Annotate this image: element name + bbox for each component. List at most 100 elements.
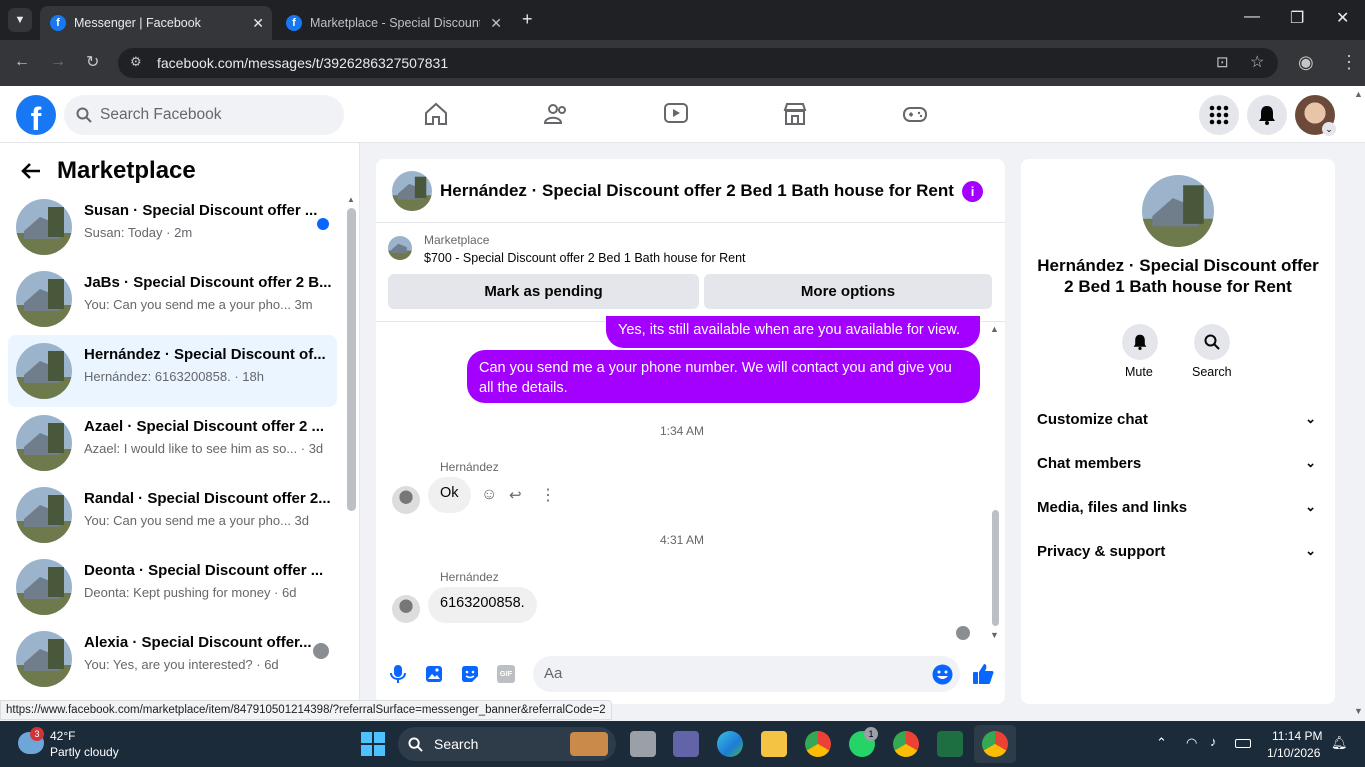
message-input[interactable]: Aa <box>533 656 960 692</box>
sender-avatar[interactable] <box>392 486 420 514</box>
chat-title[interactable]: Hernández · Special Discount offer 2 Bed… <box>440 181 954 201</box>
scroll-up-arrow-icon[interactable]: ▲ <box>990 324 999 334</box>
read-receipt-avatar <box>956 626 970 640</box>
close-tab-icon[interactable]: ✕ <box>490 15 502 32</box>
search-input[interactable]: Search Facebook <box>64 95 344 135</box>
clock-date[interactable]: 1/10/2026 <box>1267 746 1320 760</box>
conversation-snippet: You: Can you send me a your pho... 3m <box>84 297 313 312</box>
minimize-icon[interactable]: — <box>1244 8 1260 26</box>
customize-chat-section[interactable]: Customize chat ⌄ <box>1037 411 1322 428</box>
page-scroll-down-icon[interactable]: ▼ <box>1354 706 1363 716</box>
edge-icon[interactable] <box>717 731 743 757</box>
conversation-item[interactable]: Alexia · Special Discount offer... You: … <box>8 623 337 695</box>
marketplace-icon[interactable] <box>782 101 808 127</box>
restore-icon[interactable]: ❐ <box>1290 8 1304 28</box>
conversation-item-selected[interactable]: Hernández · Special Discount of... Herná… <box>8 335 337 407</box>
react-icon[interactable]: ☺ <box>481 486 497 504</box>
mute-label: Mute <box>1125 365 1153 379</box>
info-listing-photo[interactable] <box>1142 175 1214 247</box>
microphone-icon[interactable] <box>389 664 407 684</box>
reply-icon[interactable]: ↩ <box>509 486 522 504</box>
thumbs-up-icon[interactable] <box>972 663 994 685</box>
incoming-message[interactable]: Ok <box>428 477 471 513</box>
conversation-scrollbar[interactable] <box>347 208 356 511</box>
browser-menu-icon[interactable]: ⋮ <box>1340 52 1358 73</box>
back-arrow-icon[interactable] <box>20 160 42 182</box>
banner-thumbnail[interactable] <box>388 236 412 260</box>
taskbar-search-box[interactable]: Search <box>398 727 616 761</box>
teams-icon[interactable] <box>673 731 699 757</box>
notifications-button[interactable] <box>1247 95 1287 135</box>
privacy-support-section[interactable]: Privacy & support ⌄ <box>1037 543 1322 560</box>
tab-messenger[interactable]: f Messenger | Facebook ✕ <box>40 6 272 40</box>
tab-search-button[interactable]: ▼ <box>8 8 32 32</box>
account-chevron-icon[interactable]: ⌄ <box>1322 122 1336 136</box>
task-view-icon[interactable] <box>630 731 656 757</box>
file-explorer-icon[interactable] <box>761 731 787 757</box>
install-app-icon[interactable]: ⊡ <box>1216 53 1229 71</box>
page-scroll-up-icon[interactable]: ▲ <box>1354 89 1363 99</box>
close-window-icon[interactable]: ✕ <box>1336 8 1349 28</box>
sticker-icon[interactable] <box>461 665 479 683</box>
banner-item-link[interactable]: $700 - Special Discount offer 2 Bed 1 Ba… <box>424 251 746 265</box>
more-options-button[interactable]: More options <box>704 274 992 309</box>
new-tab-button[interactable]: + <box>522 9 533 30</box>
browser-tab-strip: ▼ f Messenger | Facebook ✕ f Marketplace… <box>0 0 1365 40</box>
chat-listing-avatar[interactable] <box>392 171 432 211</box>
search-highlight-icon <box>570 732 608 756</box>
menu-grid-button[interactable] <box>1199 95 1239 135</box>
close-tab-icon[interactable]: ✕ <box>252 15 264 32</box>
profile-icon[interactable]: ◉ <box>1298 52 1314 73</box>
forward-icon[interactable]: → <box>50 53 66 71</box>
mark-as-pending-button[interactable]: Mark as pending <box>388 274 699 309</box>
wifi-icon[interactable]: ◠ <box>1186 735 1197 751</box>
tab-marketplace[interactable]: f Marketplace - Special Discount ✕ <box>276 6 510 40</box>
info-icon[interactable]: i <box>962 181 983 202</box>
mute-button[interactable] <box>1122 324 1158 360</box>
bookmark-star-icon[interactable]: ☆ <box>1250 52 1264 72</box>
gaming-icon[interactable] <box>902 101 928 127</box>
chrome-active-icon[interactable] <box>982 731 1008 757</box>
outgoing-message[interactable]: Yes, its still available when are you av… <box>606 316 980 348</box>
reload-icon[interactable]: ↻ <box>86 52 99 72</box>
chrome-profile-icon[interactable] <box>893 731 919 757</box>
scroll-down-arrow-icon[interactable]: ▼ <box>990 630 999 640</box>
site-info-icon[interactable]: ⚙ <box>130 54 142 70</box>
back-icon[interactable]: ← <box>14 53 30 71</box>
conversation-item[interactable]: Susan · Special Discount offer ... Susan… <box>8 191 337 263</box>
conversation-item[interactable]: Azael · Special Discount offer 2 ... Aza… <box>8 407 337 479</box>
emoji-icon[interactable] <box>932 664 953 685</box>
chrome-icon[interactable] <box>805 731 831 757</box>
link-status-bar: https://www.facebook.com/marketplace/ite… <box>0 700 612 720</box>
url-text: facebook.com/messages/t/3926286327507831 <box>157 55 449 71</box>
tray-chevron-icon[interactable]: ⌃ <box>1156 735 1167 751</box>
conversation-item[interactable]: Randal · Special Discount offer 2... You… <box>8 479 337 551</box>
excel-icon[interactable] <box>937 731 963 757</box>
panel-title: Marketplace <box>57 157 196 184</box>
windows-start-icon[interactable] <box>361 732 385 756</box>
media-files-links-section[interactable]: Media, files and links ⌄ <box>1037 499 1322 516</box>
chat-scrollbar[interactable] <box>992 510 999 626</box>
search-conversation-button[interactable] <box>1194 324 1230 360</box>
chat-members-section[interactable]: Chat members ⌄ <box>1037 455 1322 472</box>
sender-avatar[interactable] <box>392 595 420 623</box>
conversation-item[interactable]: Deonta · Special Discount offer ... Deon… <box>8 551 337 623</box>
battery-icon[interactable] <box>1235 739 1251 748</box>
clock-time[interactable]: 11:14 PM <box>1272 729 1322 743</box>
incoming-message[interactable]: 6163200858. <box>428 587 537 623</box>
conversation-item[interactable]: JaBs · Special Discount offer 2 B... You… <box>8 263 337 335</box>
gif-button[interactable]: GIF <box>497 665 515 683</box>
outgoing-message[interactable]: Can you send me a your phone number. We … <box>467 350 980 403</box>
message-placeholder: Aa <box>544 665 563 682</box>
volume-icon[interactable]: ♪ <box>1210 734 1217 749</box>
weather-text: Partly cloudy <box>50 745 119 759</box>
home-icon[interactable] <box>423 101 449 127</box>
facebook-logo-icon[interactable]: f <box>16 95 56 135</box>
notification-bell-icon[interactable]: 🔔︎ <box>1331 735 1348 751</box>
friends-icon[interactable] <box>543 101 569 127</box>
more-actions-icon[interactable]: ⋮ <box>540 485 556 505</box>
url-bar[interactable]: ⚙ facebook.com/messages/t/39262863275078… <box>118 48 1278 78</box>
video-icon[interactable] <box>663 101 689 127</box>
scroll-up-arrow-icon[interactable]: ▲ <box>347 195 355 204</box>
photo-icon[interactable] <box>425 665 443 683</box>
